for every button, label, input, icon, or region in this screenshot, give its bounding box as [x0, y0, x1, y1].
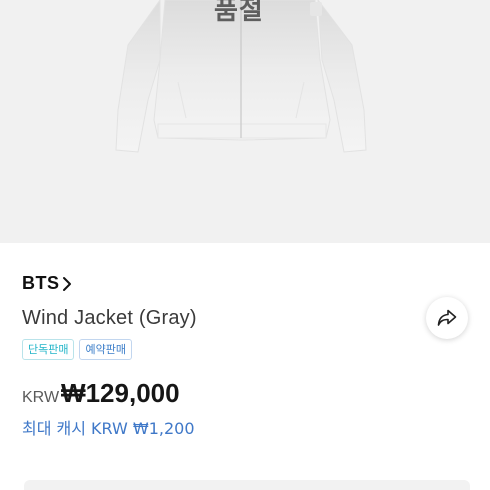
share-button[interactable]: [426, 297, 468, 339]
product-detail-page: 품절 BTS Wind Jacket (Gray) 단독판매 예약판매 KRW …: [0, 0, 490, 490]
share-icon: [437, 309, 457, 326]
artist-link[interactable]: BTS: [22, 273, 72, 294]
product-title: Wind Jacket (Gray): [22, 307, 197, 329]
exclusive-sale-badge: 단독판매: [22, 339, 75, 360]
badge-list: 단독판매 예약판매: [22, 339, 132, 360]
preorder-badge: 예약판매: [79, 339, 132, 360]
product-image[interactable]: 품절: [0, 0, 490, 243]
jacket-illustration: [115, 0, 367, 153]
cashback-info: 최대 캐시 KRW ₩1,200: [22, 419, 195, 438]
currency-label: KRW: [22, 389, 60, 406]
artist-name: BTS: [22, 273, 60, 293]
price-value: ₩129,000: [61, 378, 180, 408]
sold-out-overlay-text: 품절: [214, 0, 264, 26]
chevron-right-icon: [62, 276, 71, 291]
bottom-panel: [24, 480, 470, 490]
price-row: KRW ₩129,000: [22, 378, 180, 409]
